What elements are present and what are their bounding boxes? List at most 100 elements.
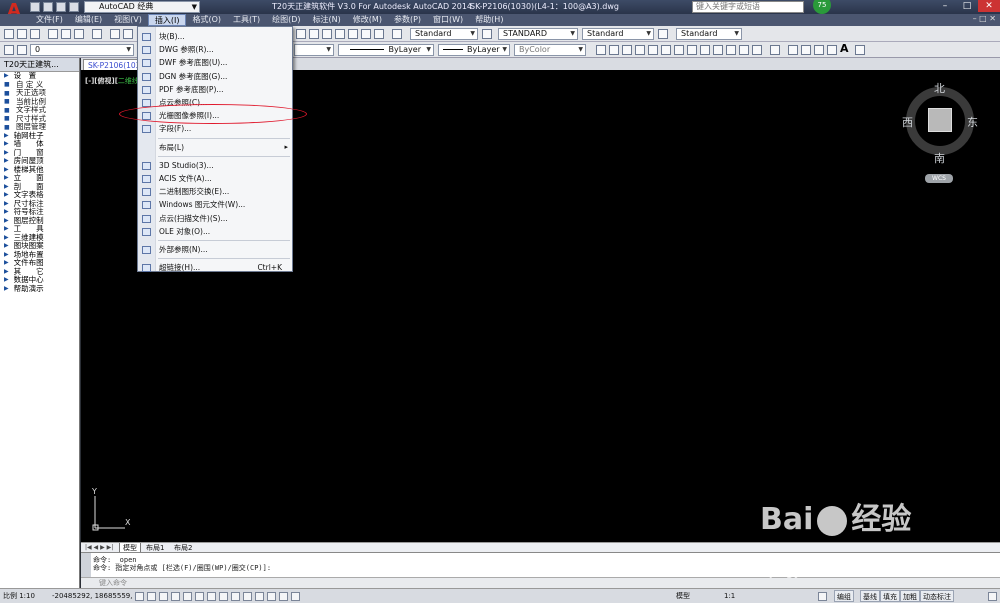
coordinates-display[interactable]: -20485292, 18685559, 0	[52, 589, 139, 603]
arc-icon[interactable]	[661, 45, 671, 55]
model-space-label[interactable]: 模型	[676, 589, 690, 603]
insert-menu-item[interactable]: 点云(扫描文件)(S)...	[138, 212, 294, 225]
osnap-icon[interactable]	[195, 592, 204, 601]
color-select-stub[interactable]	[294, 44, 334, 56]
menu-window-controls[interactable]: – □ ✕	[973, 14, 996, 23]
dim-style-icon[interactable]	[482, 29, 492, 39]
annotation-scale[interactable]: 1:1	[724, 589, 735, 603]
layer-icon[interactable]	[4, 45, 14, 55]
quick-properties-icon[interactable]	[279, 592, 288, 601]
text-style-icon[interactable]	[392, 29, 402, 39]
menu-draw[interactable]: 绘图(D)	[266, 14, 306, 26]
mleader-style-select[interactable]: Standard	[676, 28, 742, 40]
menu-tools[interactable]: 工具(T)	[227, 14, 266, 26]
insert-menu-item[interactable]: DGN 参考底图(G)...	[138, 70, 294, 83]
search-input[interactable]: 键入关键字或短语	[692, 1, 804, 13]
zoom-window-icon[interactable]	[322, 29, 332, 39]
new-icon[interactable]	[30, 2, 40, 12]
insert-menu-item[interactable]: 块(B)...	[138, 30, 294, 43]
table-icon[interactable]	[827, 45, 837, 55]
insert-menu-item[interactable]: 外部参照(N)...	[138, 243, 294, 256]
viewcube[interactable]: 北 南 西 东	[902, 80, 978, 165]
insert-menu-item[interactable]: Windows 图元文件(W)...	[138, 198, 294, 211]
ellipse-icon[interactable]	[713, 45, 723, 55]
fill-button[interactable]: 填充	[880, 590, 900, 602]
menu-window[interactable]: 窗口(W)	[427, 14, 469, 26]
lineweight-select[interactable]: ByLayer	[438, 44, 510, 56]
point-icon[interactable]	[770, 45, 780, 55]
insert-menu-item[interactable]: 布局(L) ▸	[138, 141, 294, 154]
revision-cloud-icon[interactable]	[687, 45, 697, 55]
selection-cycling-icon[interactable]	[291, 592, 300, 601]
3d-dwf-icon[interactable]	[92, 29, 102, 39]
hatch-icon[interactable]	[788, 45, 798, 55]
transparency-icon[interactable]	[267, 592, 276, 601]
wcs-menu[interactable]: WCS	[925, 174, 953, 183]
menu-dimension[interactable]: 标注(N)	[307, 14, 347, 26]
rectangle-icon[interactable]	[648, 45, 658, 55]
make-block-icon[interactable]	[752, 45, 762, 55]
plot-style-select[interactable]: ByColor	[514, 44, 586, 56]
menu-view[interactable]: 视图(V)	[108, 14, 148, 26]
grid-icon[interactable]	[159, 592, 168, 601]
close-icon[interactable]: ✕	[978, 0, 1000, 12]
ortho-icon[interactable]	[171, 592, 180, 601]
menu-insert[interactable]: 插入(I)	[147, 14, 187, 26]
compass-west[interactable]: 西	[902, 114, 913, 130]
compass-north[interactable]: 北	[934, 80, 945, 96]
insert-menu-item[interactable]: 字段(F)...	[138, 122, 294, 135]
insert-block-icon[interactable]	[739, 45, 749, 55]
publish-icon[interactable]	[74, 29, 84, 39]
preview-icon[interactable]	[61, 29, 71, 39]
minimize-icon[interactable]: –	[934, 0, 956, 12]
fullscreen-icon[interactable]	[988, 592, 997, 601]
insert-menu-item[interactable]: 3D Studio(3)...	[138, 159, 294, 172]
spline-icon[interactable]	[700, 45, 710, 55]
insert-menu-item[interactable]: DWG 参照(R)...	[138, 43, 294, 56]
open-icon[interactable]	[43, 2, 53, 12]
gradient-icon[interactable]	[801, 45, 811, 55]
insert-menu-item[interactable]: 二进制图形交换(E)...	[138, 185, 294, 198]
print-icon[interactable]	[48, 29, 58, 39]
insert-menu-item[interactable]: DWF 参考底图(U)...	[138, 56, 294, 69]
line-icon[interactable]	[596, 45, 606, 55]
panel-item[interactable]: ▶ 帮助演示	[0, 284, 79, 294]
dynamic-dim-button[interactable]: 动态标注	[920, 590, 954, 602]
linetype-select[interactable]: ByLayer	[338, 44, 434, 56]
mleader-style-icon[interactable]	[658, 29, 668, 39]
dim-style-select[interactable]: STANDARD	[498, 28, 578, 40]
baseline-button[interactable]: 基线	[860, 590, 880, 602]
lineweight-toggle-icon[interactable]	[255, 592, 264, 601]
save-as-icon[interactable]	[69, 2, 79, 12]
region-icon[interactable]	[814, 45, 824, 55]
menu-parametric[interactable]: 参数(P)	[388, 14, 427, 26]
polygon-icon[interactable]	[635, 45, 645, 55]
copy-icon[interactable]	[123, 29, 133, 39]
table-style-select[interactable]: Standard	[582, 28, 654, 40]
save-icon[interactable]	[30, 29, 40, 39]
viewcube-face[interactable]	[928, 108, 952, 132]
polyline-icon[interactable]	[622, 45, 632, 55]
pan-icon[interactable]	[296, 29, 306, 39]
menu-modify[interactable]: 修改(M)	[347, 14, 388, 26]
workspace-select[interactable]: AutoCAD 经典	[84, 1, 200, 13]
save-icon[interactable]	[56, 2, 66, 12]
workspace-switch-icon[interactable]	[818, 592, 827, 601]
polar-icon[interactable]	[183, 592, 192, 601]
menu-edit[interactable]: 编辑(E)	[69, 14, 108, 26]
bulb-icon[interactable]	[17, 45, 27, 55]
insert-menu-item[interactable]: PDF 参考底图(P)...	[138, 83, 294, 96]
compass-east[interactable]: 东	[967, 114, 978, 130]
insert-menu-item[interactable]: ACIS 文件(A)...	[138, 172, 294, 185]
menu-format[interactable]: 格式(O)	[186, 14, 227, 26]
menu-help[interactable]: 帮助(H)	[469, 14, 509, 26]
group-button[interactable]: 编组	[834, 590, 854, 602]
tool-palette-icon[interactable]	[374, 29, 384, 39]
insert-menu-item[interactable]: 超链接(H)... Ctrl+K	[138, 261, 294, 274]
text-style-select[interactable]: Standard	[410, 28, 478, 40]
ducs-icon[interactable]	[231, 592, 240, 601]
add-selected-icon[interactable]	[855, 45, 865, 55]
zoom-previous-icon[interactable]	[335, 29, 345, 39]
3d-osnap-icon[interactable]	[207, 592, 216, 601]
menu-file[interactable]: 文件(F)	[30, 14, 69, 26]
